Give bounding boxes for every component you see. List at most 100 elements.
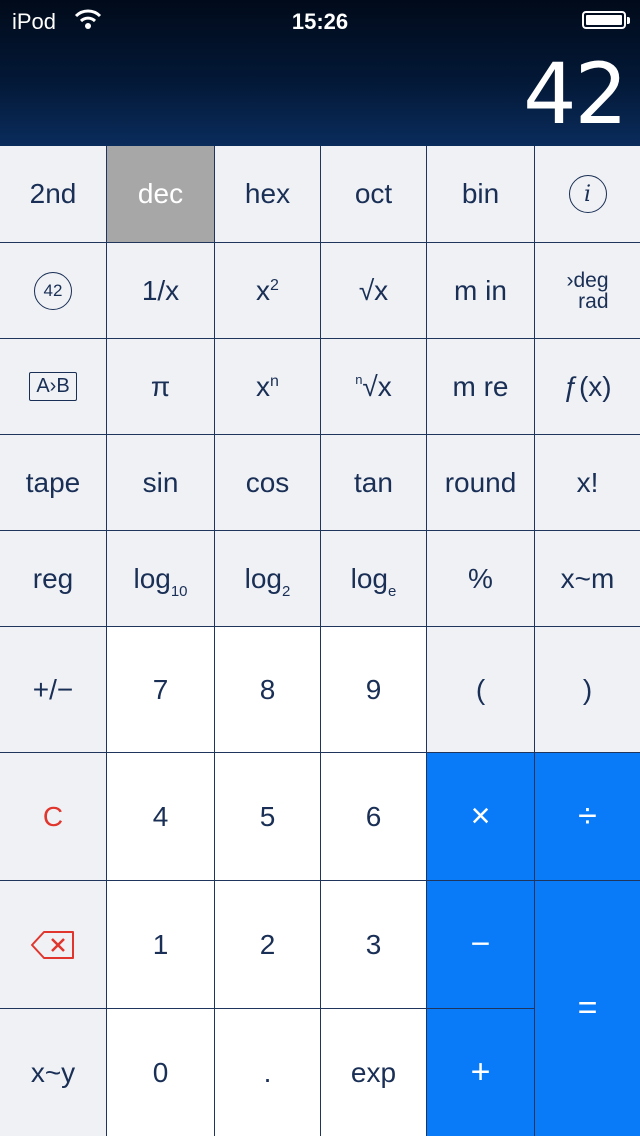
a-to-b-button[interactable]: A›B bbox=[0, 339, 107, 435]
tape-button[interactable]: tape bbox=[0, 435, 107, 531]
battery-icon bbox=[582, 11, 630, 29]
swap-memory-button[interactable]: x~m bbox=[535, 531, 640, 627]
key-label: 1/x bbox=[141, 274, 180, 306]
key-label: C bbox=[42, 800, 64, 832]
key-label: tan bbox=[354, 466, 393, 498]
key-label: ( bbox=[475, 673, 486, 705]
digit-8-button[interactable]: 8 bbox=[215, 627, 321, 753]
digit-5-button[interactable]: 5 bbox=[215, 753, 321, 881]
pi-button[interactable]: π bbox=[107, 339, 215, 435]
log2-button[interactable]: log2 bbox=[215, 531, 321, 627]
digit-0-button[interactable]: 0 bbox=[107, 1009, 215, 1136]
hex-mode-button[interactable]: hex bbox=[215, 146, 321, 243]
key-label: cos bbox=[245, 466, 290, 498]
equals-button[interactable]: = bbox=[535, 881, 640, 1136]
key-label: 0 bbox=[152, 1056, 169, 1088]
key-label: loge bbox=[350, 562, 397, 600]
digit-7-button[interactable]: 7 bbox=[107, 627, 215, 753]
sign-toggle-button[interactable]: +/− bbox=[0, 627, 107, 753]
sin-button[interactable]: sin bbox=[107, 435, 215, 531]
key-label: oct bbox=[354, 178, 393, 209]
digit-2-button[interactable]: 2 bbox=[215, 881, 321, 1009]
key-label: ) bbox=[582, 673, 593, 705]
divide-button[interactable]: ÷ bbox=[535, 753, 640, 881]
dec-mode-button[interactable]: dec bbox=[107, 146, 215, 243]
digit-4-button[interactable]: 4 bbox=[107, 753, 215, 881]
digit-3-button[interactable]: 3 bbox=[321, 881, 427, 1009]
close-paren-button[interactable]: ) bbox=[535, 627, 640, 753]
a-to-b-icon: A›B bbox=[29, 372, 77, 401]
key-label: x~m bbox=[560, 562, 615, 594]
decimal-point-button[interactable]: . bbox=[215, 1009, 321, 1136]
header: iPod 15:26 42 bbox=[0, 0, 640, 146]
key-label: 7 bbox=[152, 673, 169, 705]
key-label: 9 bbox=[365, 673, 382, 705]
memory-recall-button[interactable]: m re bbox=[427, 339, 535, 435]
key-label: √x bbox=[358, 274, 389, 306]
key-label: 6 bbox=[365, 800, 382, 832]
key-label: − bbox=[470, 925, 491, 963]
nth-root-button[interactable]: n√x bbox=[321, 339, 427, 435]
regression-button[interactable]: reg bbox=[0, 531, 107, 627]
reciprocal-button[interactable]: 1/x bbox=[107, 243, 215, 339]
oct-mode-button[interactable]: oct bbox=[321, 146, 427, 243]
round-button[interactable]: round bbox=[427, 435, 535, 531]
key-label: round bbox=[444, 466, 517, 498]
key-label: m in bbox=[454, 274, 507, 306]
multiply-button[interactable]: × bbox=[427, 753, 535, 881]
key-label: ›deg rad bbox=[566, 268, 609, 313]
key-label: log2 bbox=[244, 562, 291, 600]
key-label: dec bbox=[137, 178, 184, 209]
clear-button[interactable]: C bbox=[0, 753, 107, 881]
factorial-button[interactable]: x! bbox=[535, 435, 640, 531]
deg-rad-toggle[interactable]: ›deg rad bbox=[535, 243, 640, 339]
info-icon: i bbox=[568, 175, 607, 213]
log10-button[interactable]: log10 bbox=[107, 531, 215, 627]
second-function-button[interactable]: 2nd bbox=[0, 146, 107, 243]
digit-1-button[interactable]: 1 bbox=[107, 881, 215, 1009]
answer-icon: 42 bbox=[34, 271, 72, 310]
open-paren-button[interactable]: ( bbox=[427, 627, 535, 753]
key-label: sin bbox=[142, 466, 179, 498]
cos-button[interactable]: cos bbox=[215, 435, 321, 531]
plus-button[interactable]: + bbox=[427, 1009, 535, 1136]
square-button[interactable]: x2 bbox=[215, 243, 321, 339]
key-label: reg bbox=[32, 562, 74, 594]
tan-button[interactable]: tan bbox=[321, 435, 427, 531]
key-label: 2nd bbox=[29, 178, 77, 209]
key-label: + bbox=[470, 1053, 491, 1091]
key-label: 4 bbox=[152, 800, 169, 832]
key-label: 1 bbox=[152, 928, 169, 960]
key-label: exp bbox=[350, 1056, 397, 1088]
info-button[interactable]: i bbox=[535, 146, 640, 243]
digit-9-button[interactable]: 9 bbox=[321, 627, 427, 753]
memory-in-button[interactable]: m in bbox=[427, 243, 535, 339]
key-label: × bbox=[470, 797, 491, 835]
key-label: bin bbox=[461, 178, 500, 209]
key-label: 5 bbox=[259, 800, 276, 832]
key-label: 3 bbox=[365, 928, 382, 960]
key-label: % bbox=[468, 562, 493, 594]
backspace-button[interactable] bbox=[0, 881, 107, 1009]
ln-button[interactable]: loge bbox=[321, 531, 427, 627]
key-label: xn bbox=[256, 370, 279, 402]
answer-button[interactable]: 42 bbox=[0, 243, 107, 339]
function-button[interactable]: ƒ(x) bbox=[535, 339, 640, 435]
key-label: x~y bbox=[30, 1056, 76, 1088]
power-button[interactable]: xn bbox=[215, 339, 321, 435]
key-label: log10 bbox=[133, 562, 188, 600]
minus-button[interactable]: − bbox=[427, 881, 535, 1009]
percent-button[interactable]: % bbox=[427, 531, 535, 627]
swap-xy-button[interactable]: x~y bbox=[0, 1009, 107, 1136]
bin-mode-button[interactable]: bin bbox=[427, 146, 535, 243]
exponent-button[interactable]: exp bbox=[321, 1009, 427, 1136]
square-root-button[interactable]: √x bbox=[321, 243, 427, 339]
key-label: x2 bbox=[256, 274, 279, 306]
key-label: . bbox=[263, 1056, 272, 1088]
status-bar: iPod 15:26 bbox=[0, 0, 640, 42]
backspace-icon bbox=[31, 930, 74, 959]
clock: 15:26 bbox=[291, 9, 349, 34]
digit-6-button[interactable]: 6 bbox=[321, 753, 427, 881]
key-label: x! bbox=[576, 466, 599, 498]
key-label: +/− bbox=[32, 673, 74, 705]
